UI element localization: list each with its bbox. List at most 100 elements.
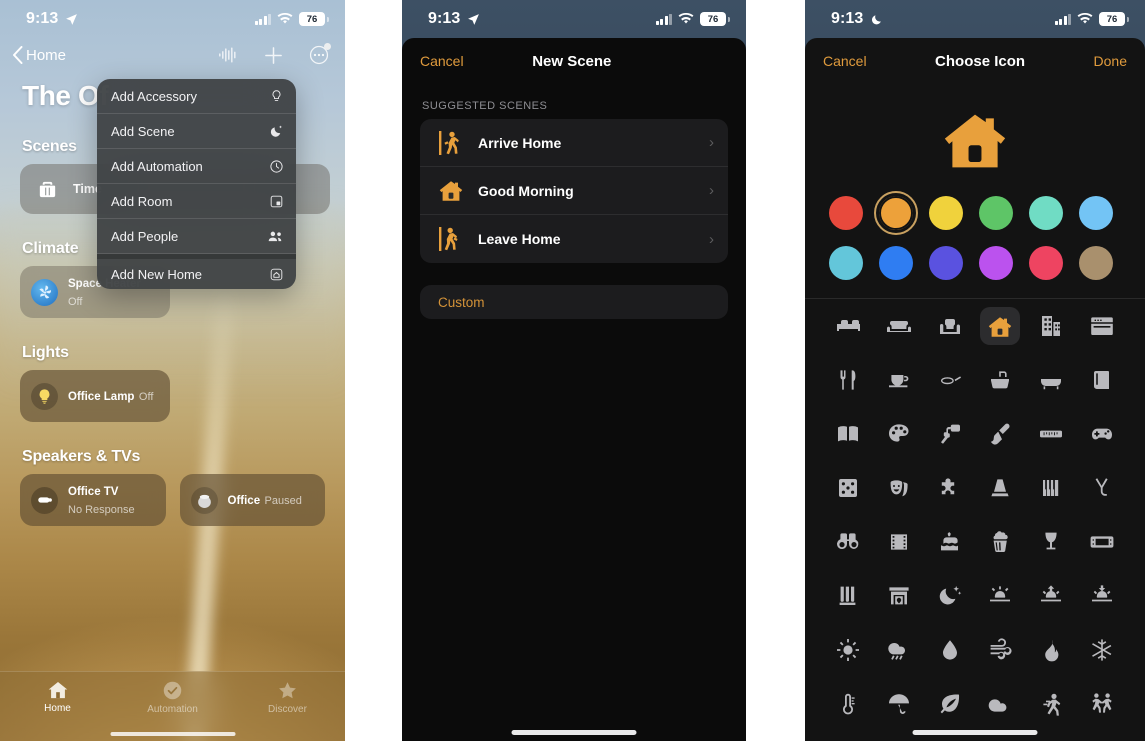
plus-icon[interactable] bbox=[264, 46, 283, 65]
icon-cell-book-closed[interactable] bbox=[1082, 361, 1122, 399]
color-swatch-light-blue[interactable] bbox=[1079, 196, 1113, 230]
scene-row-leave-home[interactable]: Leave Home › bbox=[420, 215, 728, 263]
color-swatch-red[interactable] bbox=[829, 196, 863, 230]
icon-cell-running-person[interactable] bbox=[1031, 685, 1071, 723]
icon-cell-sunset[interactable] bbox=[1082, 577, 1122, 615]
icon-cell-building[interactable] bbox=[1031, 307, 1071, 345]
person-walking-in-icon bbox=[439, 130, 459, 155]
tile-office-tv[interactable]: Office TV No Response bbox=[20, 474, 166, 526]
tab-label-discover: Discover bbox=[268, 704, 307, 715]
color-swatch-mint[interactable] bbox=[1029, 196, 1063, 230]
icon-cell-rain-cloud[interactable] bbox=[879, 631, 919, 669]
lightbulb-icon bbox=[269, 89, 284, 104]
tile-row-lights: Office Lamp Off bbox=[20, 370, 325, 422]
icon-cell-dancing-people[interactable] bbox=[1082, 685, 1122, 723]
icon-cell-leaf[interactable] bbox=[930, 685, 970, 723]
status-time: 9:13 bbox=[831, 10, 864, 27]
bathtub-icon bbox=[1040, 379, 1061, 390]
sheet-title: New Scene bbox=[532, 52, 612, 70]
icon-cell-tv-screen[interactable] bbox=[1082, 523, 1122, 561]
tab-home[interactable]: Home bbox=[0, 680, 115, 714]
icon-cell-piano-keys[interactable] bbox=[1031, 469, 1071, 507]
home-indicator[interactable] bbox=[912, 730, 1038, 735]
color-swatch-yellow[interactable] bbox=[929, 196, 963, 230]
cancel-button[interactable]: Cancel bbox=[420, 53, 464, 69]
icon-cell-theater-masks[interactable] bbox=[879, 469, 919, 507]
icon-cell-ruler[interactable] bbox=[1031, 415, 1071, 453]
icon-cell-sunrise[interactable] bbox=[1031, 577, 1071, 615]
sun-icon bbox=[837, 639, 860, 661]
tab-discover[interactable]: Discover bbox=[230, 680, 345, 715]
color-swatch-orange[interactable] bbox=[874, 191, 918, 235]
ellipsis-circle-icon[interactable] bbox=[309, 43, 331, 65]
icon-cell-moon-stars[interactable] bbox=[930, 577, 970, 615]
house-icon bbox=[944, 114, 1006, 168]
icon-cell-palette[interactable] bbox=[879, 415, 919, 453]
icon-cell-thermometer[interactable] bbox=[828, 685, 868, 723]
tile-office-lamp[interactable]: Office Lamp Off bbox=[20, 370, 170, 422]
custom-scene-button[interactable]: Custom bbox=[420, 285, 728, 319]
home-indicator[interactable] bbox=[110, 732, 235, 736]
icon-cell-sink[interactable] bbox=[980, 361, 1020, 399]
icon-cell-popcorn[interactable] bbox=[980, 523, 1020, 561]
home-indicator[interactable] bbox=[511, 730, 637, 735]
icon-cell-cake[interactable] bbox=[930, 523, 970, 561]
color-swatch-blue[interactable] bbox=[879, 246, 913, 280]
tile-text-office-tv: Office TV No Response bbox=[68, 482, 155, 518]
icon-cell-sun[interactable] bbox=[828, 631, 868, 669]
icon-cell-sun-horizon[interactable] bbox=[980, 577, 1020, 615]
waveform-icon[interactable] bbox=[218, 46, 238, 64]
icon-cell-book-open[interactable] bbox=[828, 415, 868, 453]
icon-cell-bathtub[interactable] bbox=[1031, 361, 1071, 399]
menu-item-add-scene[interactable]: Add Scene bbox=[97, 114, 296, 149]
icon-cell-gamepad[interactable] bbox=[1082, 415, 1122, 453]
icon-cell-bed[interactable] bbox=[828, 307, 868, 345]
color-swatch-purple[interactable] bbox=[979, 246, 1013, 280]
scene-row-good-morning[interactable]: Good Morning › bbox=[420, 167, 728, 215]
icon-cell-water-drop[interactable] bbox=[930, 631, 970, 669]
icon-cell-coffee-cup[interactable] bbox=[879, 361, 919, 399]
icon-cell-oven[interactable] bbox=[1082, 307, 1122, 345]
icon-cell-wind[interactable] bbox=[980, 631, 1020, 669]
color-swatch-cyan[interactable] bbox=[829, 246, 863, 280]
tab-automation[interactable]: Automation bbox=[115, 680, 230, 715]
menu-item-add-room[interactable]: Add Room bbox=[97, 184, 296, 219]
icon-cell-house[interactable] bbox=[980, 307, 1021, 345]
color-swatch-pink[interactable] bbox=[1029, 246, 1063, 280]
icon-cell-paintbrush[interactable] bbox=[980, 415, 1020, 453]
icon-cell-frying-pan[interactable] bbox=[930, 361, 970, 399]
scene-row-arrive-home[interactable]: Arrive Home › bbox=[420, 119, 728, 167]
back-button[interactable]: Home bbox=[12, 46, 66, 64]
building-icon bbox=[1041, 316, 1060, 336]
icon-cell-dice[interactable] bbox=[828, 469, 868, 507]
menu-item-add-people[interactable]: Add People bbox=[97, 219, 296, 254]
icon-cell-sofa[interactable] bbox=[879, 307, 919, 345]
icon-cell-metronome[interactable] bbox=[980, 469, 1020, 507]
menu-item-add-accessory[interactable]: Add Accessory bbox=[97, 79, 296, 114]
icon-cell-umbrella[interactable] bbox=[879, 685, 919, 723]
location-arrow-icon bbox=[66, 13, 78, 25]
icon-cell-fork-knife[interactable] bbox=[828, 361, 868, 399]
color-swatch-green[interactable] bbox=[979, 196, 1013, 230]
color-swatch-brown[interactable] bbox=[1079, 246, 1113, 280]
icon-cell-armchair[interactable] bbox=[930, 307, 970, 345]
icon-cell-film-strip[interactable] bbox=[879, 523, 919, 561]
icon-cell-flame[interactable] bbox=[1031, 631, 1071, 669]
tile-office-speaker[interactable]: Office Paused bbox=[179, 474, 325, 526]
icon-cell-cloud[interactable] bbox=[980, 685, 1020, 723]
cancel-button[interactable]: Cancel bbox=[823, 53, 867, 69]
icon-cell-puzzle-piece[interactable] bbox=[930, 469, 970, 507]
icon-cell-tuning-fork[interactable] bbox=[1082, 469, 1122, 507]
icon-cell-binoculars[interactable] bbox=[828, 523, 868, 561]
icon-cell-wine-glass[interactable] bbox=[1031, 523, 1071, 561]
color-swatch-indigo[interactable] bbox=[929, 246, 963, 280]
menu-item-add-automation[interactable]: Add Automation bbox=[97, 149, 296, 184]
menu-item-add-new-home[interactable]: Add New Home bbox=[97, 254, 296, 289]
icon-cell-snowflake[interactable] bbox=[1082, 631, 1122, 669]
icon-cell-paint-roller[interactable] bbox=[930, 415, 970, 453]
phone-panel-choose-icon: 9:13 76 Cancel Choose Icon Done bbox=[805, 0, 1145, 741]
done-button[interactable]: Done bbox=[1094, 53, 1127, 69]
icon-cell-test-tubes[interactable] bbox=[828, 577, 868, 615]
icon-cell-fireplace[interactable] bbox=[879, 577, 919, 615]
house-square-icon bbox=[269, 267, 284, 282]
